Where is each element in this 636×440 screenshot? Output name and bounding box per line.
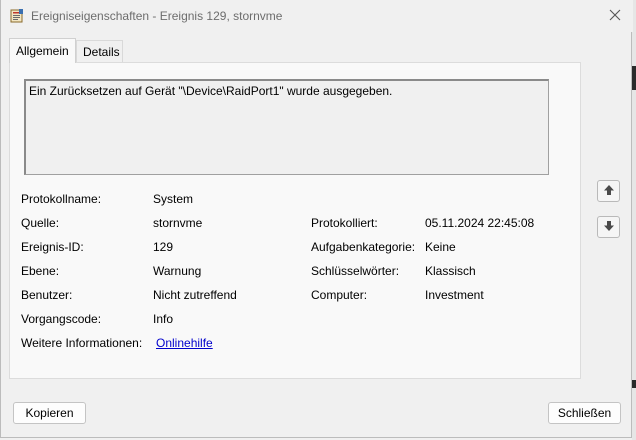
level-label: Ebene: [21, 264, 60, 278]
arrow-down-icon [603, 220, 615, 235]
log-name-value: System [153, 192, 194, 206]
level-value: Warnung [153, 264, 202, 278]
event-properties-dialog: Ereigniseigenschaften - Ereignis 129, st… [0, 0, 633, 438]
user-value: Nicht zutreffend [153, 288, 237, 302]
event-id-label: Ereignis-ID: [21, 240, 84, 254]
tab-details[interactable]: Details [76, 40, 123, 63]
computer-value: Investment [425, 288, 484, 302]
previous-event-button[interactable] [597, 180, 620, 202]
log-name-label: Protokollname: [21, 192, 102, 206]
title-bar: Ereigniseigenschaften - Ereignis 129, st… [1, 0, 633, 32]
arrow-up-icon [603, 184, 615, 199]
close-window-button[interactable] [601, 3, 629, 29]
source-value: stornvme [153, 216, 203, 230]
task-category-value: Keine [425, 240, 456, 254]
background-window-edge [632, 0, 636, 440]
computer-label: Computer: [311, 288, 368, 302]
next-event-button[interactable] [597, 216, 620, 238]
user-label: Benutzer: [21, 288, 73, 302]
copy-button[interactable]: Kopieren [13, 402, 86, 424]
online-help-link[interactable]: Onlinehilfe [156, 336, 213, 350]
tab-general[interactable]: Allgemein [9, 38, 76, 63]
opcode-value: Info [153, 312, 174, 326]
task-category-label: Aufgabenkategorie: [311, 240, 416, 254]
logged-value: 05.11.2024 22:45:08 [425, 216, 535, 230]
keywords-value: Klassisch [425, 264, 476, 278]
window-title: Ereigniseigenschaften - Ereignis 129, st… [31, 9, 283, 23]
event-id-value: 129 [153, 240, 174, 254]
event-properties-icon [10, 9, 24, 23]
keywords-label: Schlüsselwörter: [311, 264, 400, 278]
event-description[interactable]: Ein Zurücksetzen auf Gerät "\Device\Raid… [24, 79, 549, 175]
source-label: Quelle: [21, 216, 60, 230]
close-button[interactable]: Schließen [548, 402, 621, 424]
opcode-label: Vorgangscode: [21, 312, 102, 326]
close-icon [609, 9, 621, 24]
general-tab-panel: Ein Zurücksetzen auf Gerät "\Device\Raid… [9, 62, 581, 379]
more-info-label: Weitere Informationen: [21, 336, 143, 350]
logged-label: Protokolliert: [311, 216, 378, 230]
